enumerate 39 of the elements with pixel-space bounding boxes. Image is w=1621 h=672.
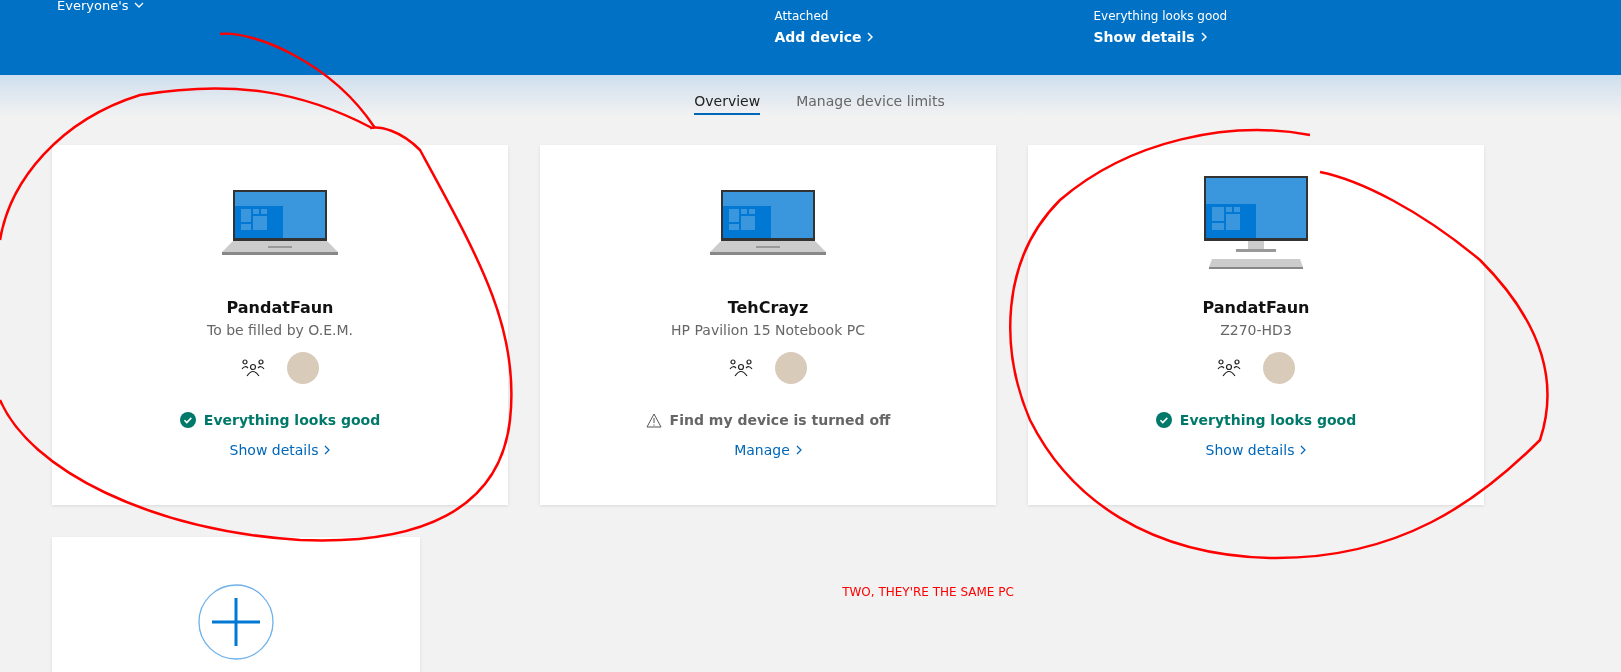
device-model: HP Pavilion 15 Notebook PC bbox=[671, 322, 865, 338]
device-link[interactable]: Show details bbox=[1205, 442, 1307, 458]
device-model: Z270-HD3 bbox=[1220, 322, 1292, 338]
family-group-icon bbox=[241, 359, 265, 377]
header-link[interactable]: Show details bbox=[1093, 29, 1228, 45]
family-group-icon bbox=[729, 359, 753, 377]
avatar-photo-placeholder bbox=[287, 352, 319, 384]
account-menu[interactable]: Everyone's bbox=[57, 0, 145, 14]
check-circle-icon bbox=[1155, 412, 1172, 428]
status-text: Everything looks good bbox=[203, 412, 381, 428]
check-circle-icon bbox=[179, 412, 196, 428]
device-link[interactable]: Show details bbox=[229, 442, 331, 458]
laptop-icon bbox=[222, 190, 338, 256]
summary-text: Everything looks good bbox=[1093, 9, 1228, 23]
chevron-right-icon bbox=[324, 445, 331, 455]
status-text: Everything looks good bbox=[1179, 412, 1357, 428]
family-group-icon bbox=[1217, 359, 1241, 377]
device-name: TehCrayz bbox=[727, 298, 809, 317]
device-model: To be filled by O.E.M. bbox=[206, 322, 353, 338]
chevron-right-icon bbox=[867, 32, 874, 42]
header-link[interactable]: Add device bbox=[774, 29, 874, 45]
chevron-right-icon bbox=[1300, 445, 1307, 455]
device-name: PandatFaun bbox=[226, 298, 334, 317]
annotation-note: TWO, THEY'RE THE SAME PC bbox=[842, 585, 1014, 601]
avatar-photo-placeholder bbox=[775, 352, 807, 384]
warning-icon bbox=[645, 412, 662, 428]
device-link[interactable]: Manage bbox=[734, 442, 802, 458]
tab[interactable]: Overview bbox=[694, 93, 761, 115]
laptop-icon bbox=[710, 190, 826, 256]
add-plus-icon bbox=[198, 584, 274, 660]
status-text: Find my device is turned off bbox=[669, 412, 891, 428]
chevron-right-icon bbox=[1200, 32, 1207, 42]
desktop-monitor-icon bbox=[1204, 176, 1308, 270]
summary-text: Attached bbox=[774, 9, 830, 23]
tab[interactable]: Manage device limits bbox=[796, 93, 945, 113]
chevron-down-icon bbox=[134, 2, 145, 8]
avatar-photo-placeholder bbox=[1263, 352, 1295, 384]
chevron-right-icon bbox=[795, 445, 802, 455]
device-name: PandatFaun bbox=[1202, 298, 1310, 317]
